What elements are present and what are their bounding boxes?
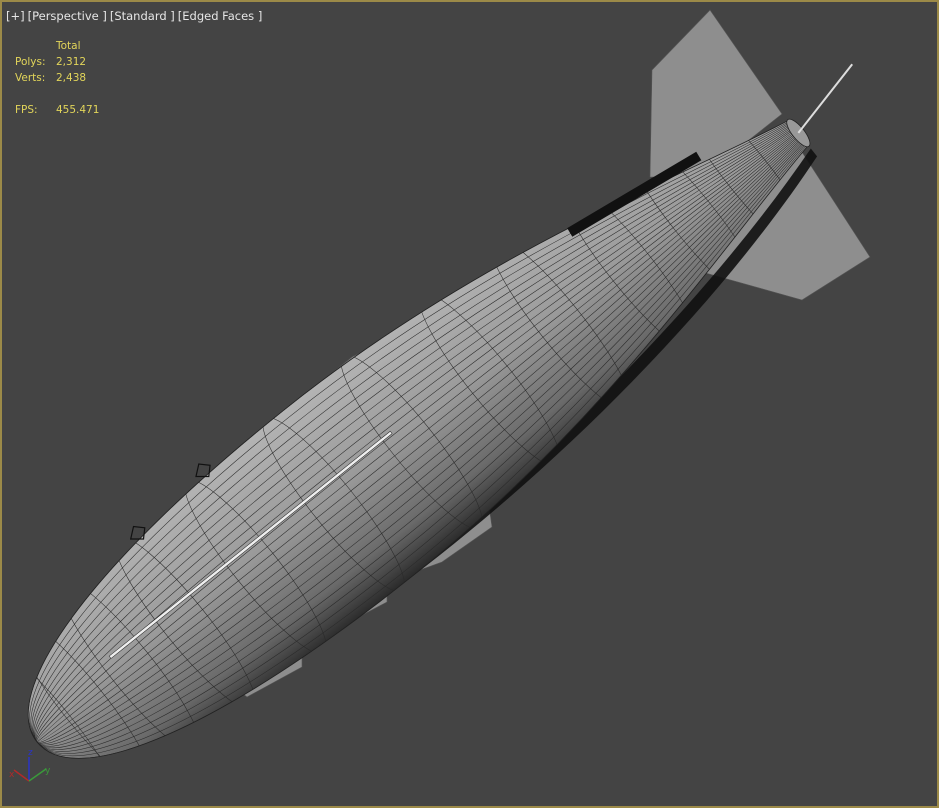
fps-value: 455.471 (56, 104, 100, 116)
polys-value: 2,312 (56, 56, 87, 68)
edges-menu[interactable]: [Edged Faces ] (178, 9, 263, 23)
gizmo-z-label: z (28, 748, 33, 758)
airship-body (2, 50, 865, 806)
viewport-menu-button[interactable]: [+] (6, 9, 25, 23)
stats-header: Total (56, 40, 81, 52)
fps-label: FPS: (15, 104, 38, 116)
viewport-label: [+] [Perspective ] [Standard ] [Edged Faces… (6, 9, 265, 23)
gizmo-y-label: y (45, 766, 51, 776)
gizmo-x-label: x (9, 770, 15, 780)
axis-gizmo: z x y (9, 748, 51, 782)
view-type-menu[interactable]: [Perspective ] (28, 9, 107, 23)
verts-label: Verts: (15, 72, 46, 84)
polys-label: Polys: (15, 56, 46, 68)
shading-menu[interactable]: [Standard ] (110, 9, 175, 23)
verts-value: 2,438 (56, 72, 87, 84)
airship-model[interactable]: z x y (2, 2, 939, 808)
perspective-viewport[interactable]: z x y [+] [Perspective ] [Standard ] [Edged… (0, 0, 939, 808)
wire-edge (36, 132, 799, 743)
